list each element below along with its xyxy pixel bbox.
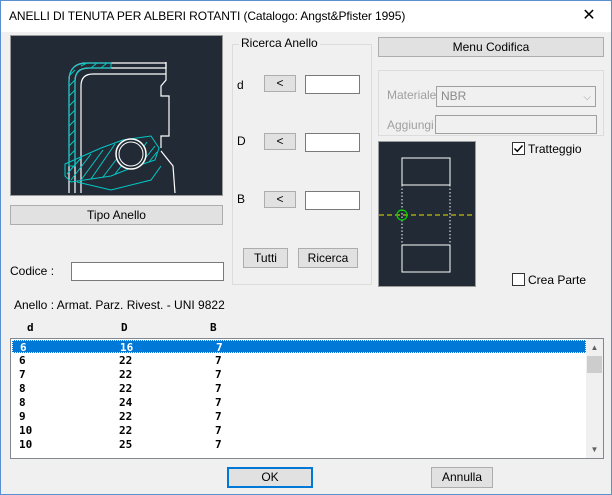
dialog-window: ANELLI DI TENUTA PER ALBERI ROTANTI (Cat… [0, 0, 612, 495]
ring-list[interactable]: 6 16 7 6 22 7 7 22 7 8 22 7 8 24 7 9 22 7 10 22 7 10 25 7 ▲ ▼ [10, 338, 604, 459]
table-row[interactable]: 10 22 7 [12, 424, 586, 437]
ok-button[interactable]: OK [227, 467, 313, 488]
table-cell-D: 22 [119, 410, 133, 423]
table-cell-d: 10 [19, 438, 33, 451]
ricerca-anello-title: Ricerca Anello [239, 36, 320, 50]
materiale-label: Materiale [387, 88, 437, 102]
tratteggio-label[interactable]: Tratteggio [528, 142, 582, 156]
table-cell-B: 7 [215, 438, 222, 451]
table-cell-d: 8 [19, 382, 26, 395]
materiale-value: NBR [441, 89, 467, 103]
table-row[interactable]: 7 22 7 [12, 368, 586, 381]
section-drawing [379, 157, 475, 273]
table-cell-d: 6 [19, 354, 26, 367]
table-cell-d: 10 [19, 424, 33, 437]
table-row[interactable]: 6 16 7 [12, 340, 586, 354]
annulla-button[interactable]: Annulla [431, 467, 493, 488]
table-cell-B: 7 [216, 341, 223, 354]
materiale-select: NBR ⌵ [436, 86, 596, 107]
seal-section-preview [10, 35, 223, 196]
table-cell-d: 6 [20, 341, 27, 354]
B-arrow-button[interactable]: < [264, 191, 296, 208]
table-cell-d: 9 [19, 410, 26, 423]
aggiungi-field [435, 115, 597, 134]
column-header-d: d [27, 321, 34, 334]
table-cell-B: 7 [215, 368, 222, 381]
table-cell-B: 7 [215, 410, 222, 423]
table-cell-D: 22 [119, 382, 133, 395]
menu-codifica-button[interactable]: Menu Codifica [378, 37, 604, 57]
tutti-button[interactable]: Tutti [243, 248, 288, 268]
tipo-anello-button[interactable]: Tipo Anello [10, 205, 223, 225]
d-field[interactable] [305, 75, 360, 94]
column-header-B: B [210, 321, 217, 334]
seal-drawing [64, 62, 176, 194]
D-label: D [237, 134, 246, 148]
codice-label: Codice : [10, 264, 55, 278]
scroll-down-icon[interactable]: ▼ [586, 441, 603, 458]
close-icon[interactable]: ✕ [567, 1, 611, 31]
table-cell-D: 16 [120, 341, 134, 354]
aggiungi-label: Aggiungi [387, 118, 434, 132]
table-cell-D: 22 [119, 424, 133, 437]
table-row[interactable]: 10 25 7 [12, 438, 586, 451]
B-label: B [237, 192, 246, 206]
B-field[interactable] [305, 191, 360, 210]
chevron-down-icon: ⌵ [583, 92, 591, 103]
table-cell-B: 7 [215, 382, 222, 395]
scrollbar-thumb[interactable] [587, 356, 602, 373]
table-cell-B: 7 [215, 396, 222, 409]
table-cell-D: 22 [119, 368, 133, 381]
table-row[interactable]: 9 22 7 [12, 410, 586, 423]
table-cell-B: 7 [215, 354, 222, 367]
window-title: ANELLI DI TENUTA PER ALBERI ROTANTI (Cat… [9, 9, 406, 23]
crea-parte-label[interactable]: Crea Parte [528, 273, 586, 287]
table-row[interactable]: 6 22 7 [12, 354, 586, 367]
table-cell-D: 25 [119, 438, 133, 451]
tratteggio-checkbox[interactable] [512, 142, 525, 155]
table-cell-D: 24 [119, 396, 133, 409]
ricerca-button[interactable]: Ricerca [298, 248, 358, 268]
d-label: d [237, 78, 244, 92]
column-header-D: D [121, 321, 128, 334]
table-cell-d: 7 [19, 368, 26, 381]
d-arrow-button[interactable]: < [264, 75, 296, 92]
anello-description: Anello : Armat. Parz. Rivest. - UNI 9822 [14, 298, 225, 312]
D-arrow-button[interactable]: < [264, 133, 296, 150]
D-field[interactable] [305, 133, 360, 152]
vertical-scrollbar[interactable]: ▲ ▼ [586, 339, 603, 458]
codice-field[interactable] [71, 262, 224, 281]
check-icon [514, 145, 524, 153]
table-row[interactable]: 8 24 7 [12, 396, 586, 409]
table-cell-D: 22 [119, 354, 133, 367]
crea-parte-checkbox[interactable] [512, 273, 525, 286]
table-cell-B: 7 [215, 424, 222, 437]
section-preview [378, 141, 476, 287]
scroll-up-icon[interactable]: ▲ [586, 339, 603, 356]
table-row[interactable]: 8 22 7 [12, 382, 586, 395]
title-bar: ANELLI DI TENUTA PER ALBERI ROTANTI (Cat… [1, 1, 611, 32]
table-cell-d: 8 [19, 396, 26, 409]
